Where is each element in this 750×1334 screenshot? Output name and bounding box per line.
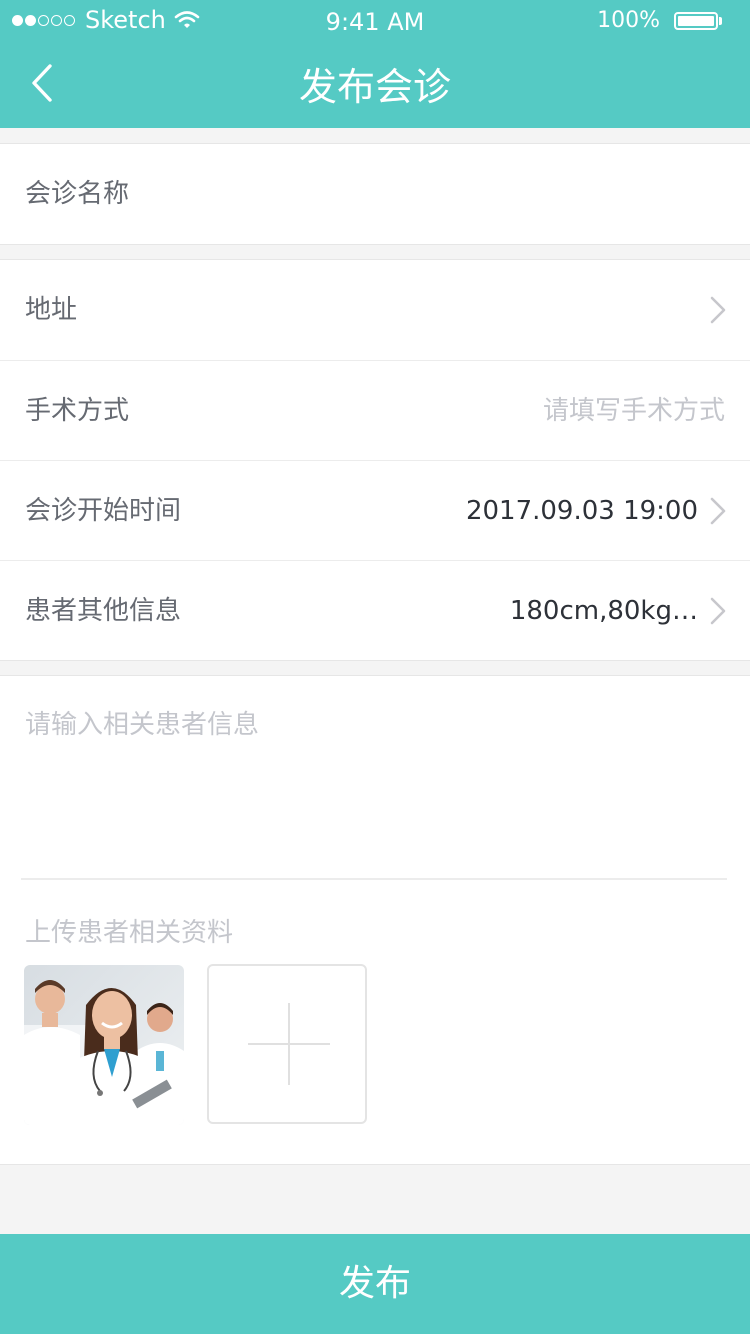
status-bar-right: 100%: [597, 8, 722, 33]
start-time-row[interactable]: 会诊开始时间 2017.09.03 19:00: [0, 460, 750, 560]
patient-detail-textarea[interactable]: 请输入相关患者信息: [0, 676, 750, 876]
name-field[interactable]: 会诊名称: [0, 144, 750, 244]
battery-tip: [719, 16, 722, 25]
chevron-right-icon: [710, 296, 726, 324]
upload-label: 上传患者相关资料: [25, 918, 234, 948]
details-section: 地址 手术方式 请填写手术方式 会诊开始时间 2017.09.03 19:00 …: [0, 259, 750, 661]
patient-detail-placeholder: 请输入相关患者信息: [25, 710, 260, 740]
patient-info-value: 180cm,80kg…: [509, 596, 698, 626]
address-row[interactable]: 地址: [0, 260, 750, 360]
page-title: 发布会诊: [298, 65, 451, 109]
surgery-method-row[interactable]: 手术方式 请填写手术方式: [0, 360, 750, 460]
patient-detail-section: 请输入相关患者信息 上传患者相关资料: [0, 675, 750, 1165]
surgery-method-label: 手术方式: [25, 396, 130, 426]
battery-percent: 100%: [597, 8, 660, 33]
add-image-button[interactable]: [207, 964, 367, 1124]
address-label: 地址: [25, 295, 78, 325]
divider: [21, 878, 727, 880]
app-header: Sketch 9:41 AM 100% 发布会诊: [0, 0, 750, 128]
doctors-photo: [24, 965, 184, 1125]
battery-icon: [674, 11, 718, 30]
start-time-label: 会诊开始时间: [25, 496, 182, 526]
publish-button[interactable]: 发布: [0, 1234, 750, 1334]
name-field-placeholder: 会诊名称: [25, 179, 130, 209]
patient-info-row[interactable]: 患者其他信息 180cm,80kg…: [0, 560, 750, 660]
name-section: 会诊名称: [0, 143, 750, 245]
chevron-right-icon: [710, 597, 726, 625]
chevron-right-icon: [710, 497, 726, 525]
patient-info-label: 患者其他信息: [25, 596, 182, 626]
surgery-method-input[interactable]: 请填写手术方式: [543, 361, 725, 461]
start-time-value: 2017.09.03 19:00: [465, 496, 698, 526]
uploaded-image-thumbnail[interactable]: [24, 965, 184, 1125]
